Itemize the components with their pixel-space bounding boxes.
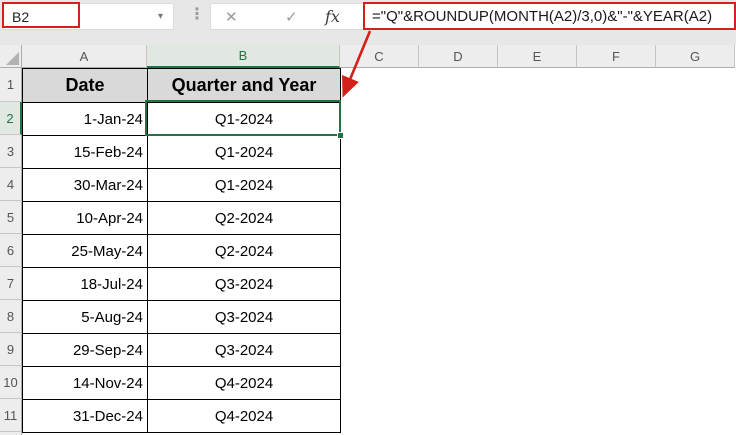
cell-A8[interactable]: 5-Aug-24: [23, 301, 148, 334]
cell-B8[interactable]: Q3-2024: [148, 301, 341, 334]
row-header-10[interactable]: 10: [0, 366, 22, 399]
cell-A2[interactable]: 1-Jan-24: [23, 103, 148, 136]
row-header-11[interactable]: 11: [0, 399, 22, 432]
cell-B11[interactable]: Q4-2024: [148, 400, 341, 433]
cell-A11[interactable]: 31-Dec-24: [23, 400, 148, 433]
cell-B1[interactable]: Quarter and Year: [148, 69, 341, 103]
cell-A1[interactable]: Date: [23, 69, 148, 103]
column-header-B[interactable]: B: [147, 45, 340, 68]
cell-A5[interactable]: 10-Apr-24: [23, 202, 148, 235]
cell-B6[interactable]: Q2-2024: [148, 235, 341, 268]
cell-B7[interactable]: Q3-2024: [148, 268, 341, 301]
column-header-A[interactable]: A: [22, 45, 147, 68]
name-box-value: B2: [12, 9, 30, 25]
cell-B4[interactable]: Q1-2024: [148, 169, 341, 202]
enter-icon[interactable]: ✓: [285, 8, 298, 26]
row-header-9[interactable]: 9: [0, 333, 22, 366]
row-header-7[interactable]: 7: [0, 267, 22, 300]
select-all-button[interactable]: [0, 45, 22, 68]
insert-function-icon[interactable]: fx: [325, 7, 340, 26]
cancel-icon[interactable]: ✕: [225, 8, 238, 26]
cell-B10[interactable]: Q4-2024: [148, 367, 341, 400]
select-all-triangle-icon: [6, 52, 19, 65]
row-header-4[interactable]: 4: [0, 168, 22, 201]
formula-bar[interactable]: ="Q"&ROUNDUP(MONTH(A2)/3,0)&"-"&YEAR(A2): [363, 2, 736, 30]
formula-toolbar: B2 ▾ ⋮ ✕ ✓ fx ="Q"&ROUNDUP(MONTH(A2)/3,0…: [0, 0, 736, 45]
cell-B2[interactable]: Q1-2024: [148, 103, 341, 136]
row-header-8[interactable]: 8: [0, 300, 22, 333]
name-box-dropdown-icon[interactable]: ▾: [158, 11, 163, 22]
cell-A4[interactable]: 30-Mar-24: [23, 169, 148, 202]
cell-B9[interactable]: Q3-2024: [148, 334, 341, 367]
column-header-E[interactable]: E: [498, 45, 577, 68]
cell-B3[interactable]: Q1-2024: [148, 136, 341, 169]
row-header-1[interactable]: 1: [0, 68, 22, 102]
cell-A3[interactable]: 15-Feb-24: [23, 136, 148, 169]
formula-text: ="Q"&ROUNDUP(MONTH(A2)/3,0)&"-"&YEAR(A2): [372, 7, 713, 25]
cell-A6[interactable]: 25-May-24: [23, 235, 148, 268]
row-header-3[interactable]: 3: [0, 135, 22, 168]
row-header-2[interactable]: 2: [0, 102, 22, 135]
column-header-F[interactable]: F: [577, 45, 656, 68]
toolbar-separator-dots-icon[interactable]: ⋮: [189, 4, 205, 24]
cell-A7[interactable]: 18-Jul-24: [23, 268, 148, 301]
cell-B5[interactable]: Q2-2024: [148, 202, 341, 235]
column-header-D[interactable]: D: [419, 45, 498, 68]
row-header-6[interactable]: 6: [0, 234, 22, 267]
column-header-C[interactable]: C: [340, 45, 419, 68]
name-box[interactable]: B2 ▾: [2, 3, 174, 30]
data-table: Date Quarter and Year 1-Jan-24 Q1-2024 15-Fe…: [22, 68, 341, 433]
cell-A10[interactable]: 14-Nov-24: [23, 367, 148, 400]
row-header-5[interactable]: 5: [0, 201, 22, 234]
column-header-G[interactable]: G: [656, 45, 735, 68]
cell-A9[interactable]: 29-Sep-24: [23, 334, 148, 367]
excel-worksheet-screenshot: B2 ▾ ⋮ ✕ ✓ fx ="Q"&ROUNDUP(MONTH(A2)/3,0…: [0, 0, 736, 435]
